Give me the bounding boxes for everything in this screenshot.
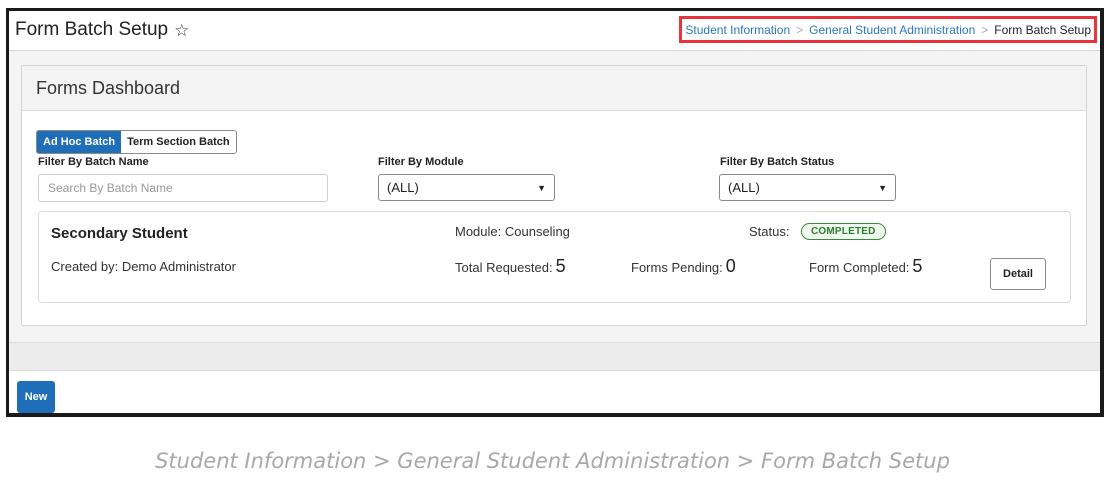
page-title: Form Batch Setup ☆: [15, 19, 189, 41]
forms-pending-stat: Forms Pending: 0: [631, 256, 736, 277]
batch-created-by: Created by: Demo Administrator: [51, 259, 236, 274]
batch-module: Module: Counseling: [455, 224, 570, 239]
form-completed-label: Form Completed:: [809, 260, 910, 275]
batch-card: Secondary Student Created by: Demo Admin…: [38, 211, 1071, 303]
breadcrumb-link-student-information[interactable]: Student Information: [685, 23, 790, 37]
action-bar: New: [9, 370, 1100, 413]
batch-status-select-value: (ALL): [728, 180, 760, 195]
breadcrumb-link-general-student-administration[interactable]: General Student Administration: [809, 23, 975, 37]
term-section-batch-tab[interactable]: Term Section Batch: [121, 131, 236, 153]
forms-pending-label: Forms Pending:: [631, 260, 723, 275]
breadcrumb-separator: >: [796, 22, 804, 37]
caret-down-icon: ▼: [878, 182, 887, 193]
page-title-text: Form Batch Setup: [15, 19, 169, 40]
caret-down-icon: ▼: [537, 182, 546, 193]
forms-pending-value: 0: [725, 256, 736, 276]
total-requested-stat: Total Requested: 5: [455, 256, 566, 277]
forms-dashboard-panel: Forms Dashboard Ad Hoc Batch Term Sectio…: [21, 65, 1087, 326]
new-button[interactable]: New: [17, 381, 55, 413]
image-caption: Student Information > General Student Ad…: [155, 449, 950, 473]
batch-name-search-input[interactable]: [38, 174, 328, 202]
form-completed-value: 5: [912, 256, 923, 276]
breadcrumb-current: Form Batch Setup: [994, 22, 1091, 37]
module-select[interactable]: (ALL) ▼: [378, 174, 555, 201]
status-badge: COMPLETED: [801, 223, 886, 240]
breadcrumb-separator: >: [981, 22, 989, 37]
detail-button[interactable]: Detail: [990, 258, 1046, 290]
ad-hoc-batch-tab[interactable]: Ad Hoc Batch: [37, 131, 122, 153]
app-window: Form Batch Setup ☆ Student Information >…: [6, 8, 1104, 417]
top-bar: Form Batch Setup ☆ Student Information >…: [9, 11, 1100, 51]
batch-name: Secondary Student: [51, 225, 188, 242]
filter-module-label: Filter By Module: [378, 156, 464, 168]
star-icon[interactable]: ☆: [174, 22, 189, 39]
breadcrumb: Student Information > General Student Ad…: [679, 16, 1097, 43]
forms-dashboard-title: Forms Dashboard: [22, 66, 1086, 111]
total-requested-label: Total Requested:: [455, 260, 553, 275]
total-requested-value: 5: [555, 256, 566, 276]
batch-status-select[interactable]: (ALL) ▼: [719, 174, 896, 201]
batch-type-toggle: Ad Hoc Batch Term Section Batch: [36, 130, 237, 154]
form-completed-stat: Form Completed: 5: [809, 256, 922, 277]
filter-batch-name-label: Filter By Batch Name: [38, 156, 149, 168]
filter-batch-status-label: Filter By Batch Status: [720, 156, 835, 168]
divider-band: [9, 342, 1100, 370]
batch-status-label: Status:: [749, 224, 790, 239]
module-select-value: (ALL): [387, 180, 419, 195]
